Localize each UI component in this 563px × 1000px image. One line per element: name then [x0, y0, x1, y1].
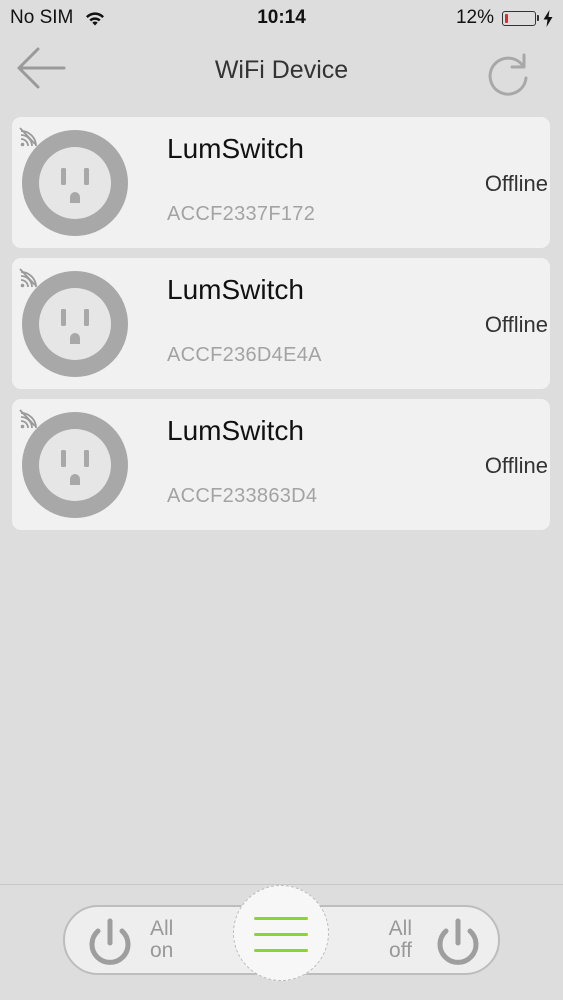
- status-bar: No SIM 10:14 12%: [0, 0, 563, 38]
- device-status: Offline: [484, 171, 548, 196]
- device-card[interactable]: LumSwitch ACCF236D4E4A Offline: [12, 258, 550, 389]
- all-off-label: All off: [356, 918, 412, 962]
- all-on-line1: All: [150, 917, 174, 940]
- wifi-signal-off-icon: [16, 407, 38, 429]
- device-mac: ACCF2337F172: [167, 203, 316, 225]
- hamburger-menu-icon: [254, 917, 308, 952]
- refresh-icon[interactable]: [483, 50, 533, 100]
- power-icon: [437, 918, 479, 965]
- device-card[interactable]: LumSwitch ACCF2337F172 Offline: [12, 117, 550, 248]
- device-name: LumSwitch: [167, 133, 304, 164]
- device-name: LumSwitch: [167, 274, 304, 305]
- nav-bar: WiFi Device: [0, 38, 563, 110]
- device-status: Offline: [484, 453, 548, 478]
- all-on-label: All on: [150, 918, 173, 962]
- battery-icon: [502, 10, 539, 26]
- charging-bolt-icon: [543, 9, 553, 27]
- device-list: LumSwitch ACCF2337F172 Offline LumSwitch…: [12, 117, 550, 540]
- device-mac: ACCF233863D4: [167, 485, 318, 507]
- menu-button[interactable]: [233, 885, 329, 981]
- power-icon: [89, 918, 131, 965]
- device-status: Offline: [484, 312, 548, 337]
- all-on-line2: on: [150, 939, 174, 962]
- wifi-signal-off-icon: [16, 266, 38, 288]
- all-off-line1: All: [388, 917, 412, 940]
- page-title: WiFi Device: [214, 56, 349, 84]
- status-right: 12%: [456, 7, 553, 29]
- wifi-signal-off-icon: [16, 125, 38, 147]
- all-off-button[interactable]: All off: [356, 912, 486, 972]
- bottom-bar: All on All off: [0, 885, 563, 1000]
- all-on-button[interactable]: All on: [82, 912, 212, 972]
- battery-percent: 12%: [455, 7, 494, 28]
- device-name: LumSwitch: [167, 415, 304, 446]
- device-mac: ACCF236D4E4A: [167, 344, 322, 366]
- battery-level: [505, 13, 509, 23]
- device-card[interactable]: LumSwitch ACCF233863D4 Offline: [12, 399, 550, 530]
- all-off-line2: off: [389, 939, 412, 962]
